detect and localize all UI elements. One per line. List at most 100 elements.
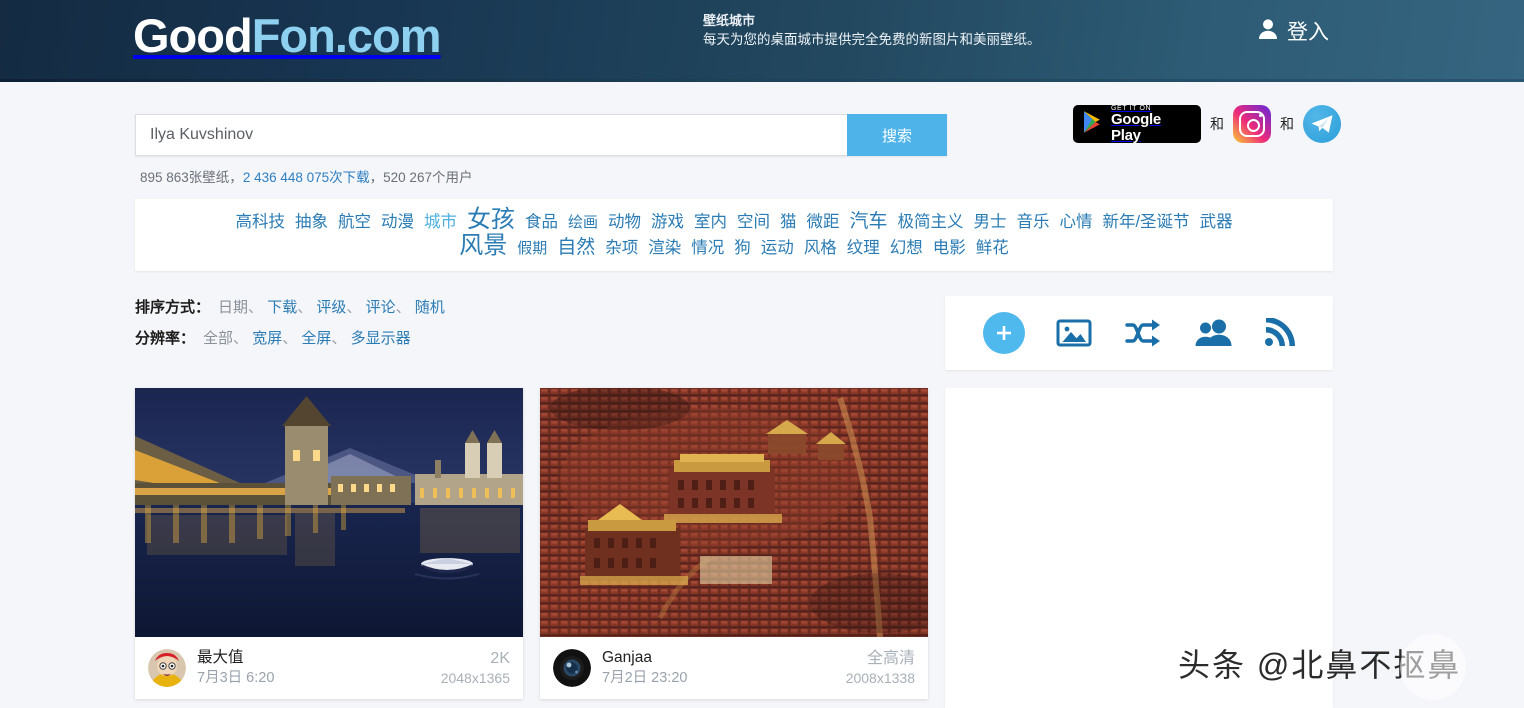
- tag-link[interactable]: 心情: [1059, 214, 1092, 231]
- filter-option[interactable]: 宽屏: [252, 330, 282, 347]
- wallpaper-card[interactable]: 最大值 7月3日 6:20 2K 2048x1365: [135, 388, 523, 699]
- tag-link[interactable]: 空间: [737, 214, 770, 231]
- card-author-block: 最大值 7月3日 6:20: [197, 648, 430, 688]
- tag-row-2: 风景 假期 自然 杂项 渲染 情况狗运动 风格 纹理 幻想 电影 鲜花: [153, 234, 1315, 258]
- search-bar: 搜索: [135, 114, 947, 156]
- tag-link[interactable]: 动漫: [381, 214, 414, 231]
- card-quality: 全高清: [866, 649, 915, 667]
- filter-separator: 、: [282, 330, 302, 347]
- tag-cloud: 高科技 抽象 航空 动漫 城市 女孩 食品 绘画 动物 游戏 室内 空间猫微距 汽车 极简主义 男士 音乐 心情…: [135, 199, 1333, 271]
- tag-link[interactable]: 纹理: [847, 240, 880, 257]
- stats-wallpapers: 895 863张壁纸，: [140, 170, 243, 185]
- sort-row: 排序方式： 日期、 下载、 评级、 评论、 随机: [135, 296, 445, 317]
- wallpaper-grid: 最大值 7月3日 6:20 2K 2048x1365 Ganjaa 7月2日 2…: [135, 388, 928, 699]
- login-link[interactable]: 登入: [1258, 16, 1329, 46]
- filter-option[interactable]: 评级: [316, 299, 346, 316]
- image-icon: [1056, 319, 1092, 347]
- tag-link[interactable]: 假期: [517, 241, 547, 256]
- tag-link[interactable]: 渲染: [648, 240, 681, 257]
- promo-badges: GET IT ON Google Play 和 和: [1073, 105, 1341, 143]
- tag-row-1: 高科技 抽象 航空 动漫 城市 女孩 食品 绘画 动物 游戏 室内 空间猫微距 汽车 极简主义 男士 音乐 心情…: [153, 208, 1315, 232]
- card-author[interactable]: Ganjaa: [602, 648, 835, 668]
- tag-link[interactable]: 食品: [525, 214, 558, 231]
- wallpaper-thumbnail[interactable]: [540, 388, 928, 637]
- filter-option[interactable]: 日期: [218, 299, 248, 316]
- tag-link[interactable]: 抽象: [295, 214, 328, 231]
- tag-link[interactable]: 狗: [734, 240, 751, 257]
- card-resolution-block: 全高清 2008x1338: [846, 649, 915, 688]
- tag-link[interactable]: 情况: [691, 240, 724, 257]
- sort-label: 排序方式：: [135, 299, 211, 316]
- search-button[interactable]: 搜索: [847, 114, 947, 156]
- tag-link[interactable]: 猫: [780, 214, 797, 231]
- card-meta: 最大值 7月3日 6:20 2K 2048x1365: [135, 637, 523, 699]
- tag-link[interactable]: 动物: [608, 214, 641, 231]
- rss-icon: [1265, 318, 1296, 346]
- rss-button[interactable]: [1263, 318, 1296, 348]
- site-stats: 895 863张壁纸，2 436 448 075次下载，520 267个用户: [140, 166, 472, 186]
- sort-options: 日期、 下载、 评级、 评论、 随机: [218, 299, 445, 316]
- filter-option[interactable]: 全部: [203, 330, 233, 347]
- wallpaper-thumbnail[interactable]: [135, 388, 523, 637]
- filter-separator: 、: [297, 299, 317, 316]
- add-button[interactable]: [982, 312, 1025, 354]
- filter-option[interactable]: 下载: [267, 299, 297, 316]
- resolution-row: 分辨率： 全部、 宽屏、 全屏、 多显示器: [135, 327, 445, 348]
- card-date: 7月2日 23:20: [602, 670, 688, 686]
- search-input[interactable]: [135, 114, 847, 156]
- tag-link[interactable]: 幻想: [890, 240, 923, 257]
- tag-link[interactable]: 音乐: [1016, 214, 1049, 231]
- tag-link[interactable]: 杂项: [605, 240, 638, 257]
- stats-users: ，520 267个用户: [369, 170, 473, 185]
- filter-option[interactable]: 多显示器: [351, 330, 411, 347]
- filter-option[interactable]: 全屏: [301, 330, 331, 347]
- stats-downloads-link[interactable]: 2 436 448 075次下载: [243, 170, 370, 185]
- tag-link[interactable]: 自然: [557, 238, 595, 257]
- watermark-circle: [1400, 634, 1466, 700]
- tag-link[interactable]: 城市: [424, 214, 457, 231]
- filter-separator: 、: [331, 330, 351, 347]
- tag-link[interactable]: 极简主义: [897, 214, 963, 231]
- tag-link[interactable]: 室内: [694, 214, 727, 231]
- tag-link[interactable]: 风格: [804, 240, 837, 257]
- tag-link[interactable]: 高科技: [235, 214, 285, 231]
- card-author-block: Ganjaa 7月2日 23:20: [602, 648, 835, 688]
- filter-option[interactable]: 评论: [366, 299, 396, 316]
- avatar[interactable]: [148, 649, 186, 687]
- tag-link[interactable]: 运动: [761, 240, 794, 257]
- site-logo[interactable]: GoodFon.com: [133, 8, 442, 63]
- filter-option[interactable]: 随机: [415, 299, 445, 316]
- google-play-badge[interactable]: GET IT ON Google Play: [1073, 105, 1201, 143]
- tag-link[interactable]: 新年/圣诞节: [1102, 214, 1189, 231]
- users-button[interactable]: [1194, 318, 1232, 348]
- tag-link[interactable]: 航空: [338, 214, 371, 231]
- tag-link[interactable]: 鲜花: [976, 240, 1009, 257]
- filter-separator: 、: [346, 299, 366, 316]
- tag-link[interactable]: 汽车: [849, 212, 887, 231]
- action-bar: [945, 296, 1333, 370]
- person-icon: [1258, 18, 1278, 45]
- filter-panel: 排序方式： 日期、 下载、 评级、 评论、 随机 分辨率： 全部、 宽屏、 全屏、 …: [135, 296, 445, 358]
- resolution-options: 全部、 宽屏、 全屏、 多显示器: [203, 330, 411, 347]
- gallery-button[interactable]: [1056, 318, 1092, 348]
- wallpaper-card[interactable]: Ganjaa 7月2日 23:20 全高清 2008x1338: [540, 388, 928, 699]
- instagram-icon[interactable]: [1233, 105, 1271, 143]
- login-label: 登入: [1287, 21, 1329, 44]
- card-resolution-block: 2K 2048x1365: [441, 649, 510, 688]
- tag-link[interactable]: 男士: [973, 214, 1006, 231]
- tag-link[interactable]: 电影: [933, 240, 966, 257]
- tag-link[interactable]: 风景: [459, 234, 507, 258]
- card-resolution: 2048x1365: [440, 669, 510, 686]
- tag-link[interactable]: 女孩: [467, 208, 515, 232]
- filter-separator: 、: [233, 330, 253, 347]
- logo-part-good: Good: [133, 9, 253, 62]
- card-author[interactable]: 最大值: [197, 648, 430, 668]
- tag-link[interactable]: 游戏: [651, 214, 684, 231]
- random-button[interactable]: [1124, 318, 1162, 348]
- logo-part-fon: Fon.com: [251, 9, 442, 62]
- tag-link[interactable]: 微距: [806, 214, 839, 231]
- avatar[interactable]: [553, 649, 591, 687]
- tag-link[interactable]: 武器: [1200, 214, 1233, 231]
- tag-link[interactable]: 绘画: [568, 215, 598, 230]
- telegram-icon[interactable]: [1303, 105, 1341, 143]
